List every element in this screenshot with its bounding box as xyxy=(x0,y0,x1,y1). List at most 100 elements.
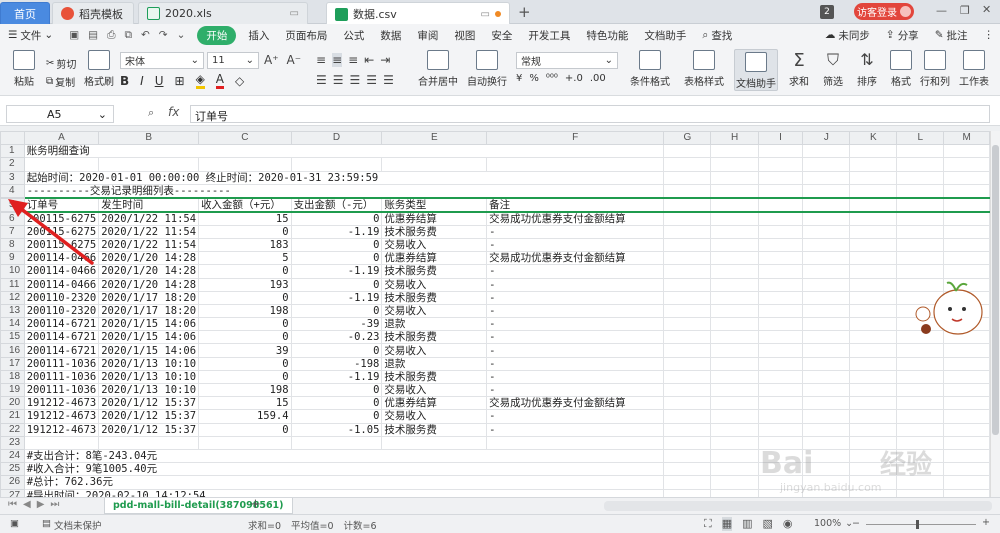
cell[interactable] xyxy=(896,157,945,172)
menu-item-security[interactable]: 安全 xyxy=(483,28,520,43)
cell[interactable] xyxy=(849,237,898,253)
row-header[interactable]: 19 xyxy=(0,382,25,398)
number-format-select[interactable]: 常规 ⌄ xyxy=(516,52,618,69)
cell[interactable]: 193 xyxy=(198,277,292,292)
cell[interactable] xyxy=(757,462,804,477)
cell[interactable] xyxy=(710,224,759,239)
cell[interactable] xyxy=(663,409,712,424)
share-button[interactable]: ⇪ 分享 xyxy=(878,28,927,43)
cell[interactable] xyxy=(710,170,759,185)
cell[interactable] xyxy=(896,462,945,477)
cell[interactable] xyxy=(943,317,990,332)
cell[interactable]: 200114-6721 xyxy=(23,330,100,345)
cell[interactable] xyxy=(710,422,759,437)
cell[interactable] xyxy=(802,409,851,424)
cell[interactable]: -1.19 xyxy=(290,369,383,385)
justify-icon[interactable]: ☰ xyxy=(366,73,377,87)
cell[interactable] xyxy=(943,183,990,199)
cell[interactable]: 191212-4673 xyxy=(23,396,100,411)
cell[interactable] xyxy=(802,369,851,385)
fill-color-icon[interactable]: ◈ xyxy=(195,72,205,89)
cell[interactable] xyxy=(198,157,292,172)
zoom-slider-thumb[interactable] xyxy=(916,520,919,529)
cell[interactable]: - xyxy=(486,369,665,385)
cell[interactable]: 200115-6275 xyxy=(23,237,100,253)
cell[interactable] xyxy=(802,157,851,172)
column-header[interactable]: I xyxy=(757,131,804,146)
cell[interactable] xyxy=(943,435,990,450)
cell[interactable] xyxy=(943,475,990,490)
row-header[interactable]: 17 xyxy=(0,356,25,371)
cell[interactable] xyxy=(663,290,712,305)
cell[interactable] xyxy=(663,343,712,358)
column-header[interactable]: G xyxy=(663,131,712,146)
cell[interactable]: 技术服务费 xyxy=(381,290,488,305)
cell[interactable]: 2020/1/20 14:28 xyxy=(98,264,200,279)
cell[interactable] xyxy=(943,330,990,345)
cell[interactable] xyxy=(943,290,990,305)
row-header[interactable]: 15 xyxy=(0,330,25,345)
cell[interactable] xyxy=(757,382,804,398)
cell[interactable]: 2020/1/17 18:20 xyxy=(98,303,200,319)
cell[interactable]: 技术服务费 xyxy=(381,224,488,239)
cell[interactable] xyxy=(710,488,759,497)
cell[interactable] xyxy=(802,435,851,450)
cell[interactable]: 技术服务费 xyxy=(381,422,488,437)
cell[interactable]: #总计：762.36元 xyxy=(23,475,665,490)
increase-font-icon[interactable]: A⁺ xyxy=(264,53,279,67)
sheet-tab-active[interactable]: pdd-mall-bill-detail(387098561) xyxy=(104,498,293,514)
redo-icon[interactable]: ↷ xyxy=(159,29,168,41)
cell[interactable] xyxy=(802,448,851,464)
cell[interactable] xyxy=(710,290,759,305)
sheet-nav-icons[interactable]: ⏮◀▶⏭ xyxy=(8,499,65,510)
cut-button[interactable]: ✂ 剪切 xyxy=(46,56,76,71)
cell[interactable]: 200111-1036 xyxy=(23,356,100,371)
cell[interactable]: 200114-6721 xyxy=(23,317,100,332)
cell[interactable]: - xyxy=(486,303,665,319)
cell[interactable] xyxy=(663,488,712,497)
cell[interactable] xyxy=(896,224,945,239)
close-icon[interactable]: ✕ xyxy=(982,3,991,16)
indent-increase-icon[interactable]: ⇥ xyxy=(380,53,390,67)
cell[interactable] xyxy=(663,303,712,319)
cell[interactable]: 200114-0466 xyxy=(23,277,100,292)
cell[interactable] xyxy=(710,264,759,279)
cell[interactable]: 0 xyxy=(290,343,383,358)
row-header[interactable]: 2 xyxy=(0,157,25,172)
cell[interactable] xyxy=(757,488,804,497)
cell[interactable] xyxy=(943,144,990,159)
cell[interactable] xyxy=(663,211,712,226)
cell[interactable] xyxy=(849,488,898,497)
cell[interactable]: - xyxy=(486,356,665,371)
row-header[interactable]: 26 xyxy=(0,475,25,490)
cell[interactable] xyxy=(943,237,990,253)
minimize-icon[interactable]: — xyxy=(936,4,947,17)
column-header[interactable]: L xyxy=(896,131,945,146)
cell[interactable] xyxy=(757,330,804,345)
cell[interactable]: 交易收入 xyxy=(381,343,488,358)
cell[interactable] xyxy=(663,251,712,266)
cell[interactable] xyxy=(849,277,898,292)
cell[interactable]: 2020/1/20 14:28 xyxy=(98,277,200,292)
cell[interactable] xyxy=(710,330,759,345)
cell[interactable]: - xyxy=(486,330,665,345)
cell[interactable] xyxy=(710,144,759,159)
cell[interactable] xyxy=(23,435,100,450)
cell[interactable] xyxy=(802,317,851,332)
cell[interactable] xyxy=(290,435,383,450)
cell[interactable]: 0 xyxy=(198,264,292,279)
file-menu[interactable]: ☰ 文件 ⌄ xyxy=(0,28,61,43)
cell[interactable] xyxy=(663,196,712,213)
cell[interactable] xyxy=(849,183,898,199)
cell[interactable] xyxy=(802,264,851,279)
cell[interactable] xyxy=(802,330,851,345)
cell[interactable]: 15 xyxy=(198,396,292,411)
cell[interactable]: 发生时间 xyxy=(98,196,200,213)
cell[interactable] xyxy=(943,488,990,497)
font-color-icon[interactable]: A xyxy=(215,72,225,89)
cell[interactable] xyxy=(849,144,898,159)
column-header[interactable]: C xyxy=(198,131,292,146)
cell[interactable] xyxy=(663,317,712,332)
cell[interactable]: 0 xyxy=(290,251,383,266)
cell[interactable] xyxy=(849,435,898,450)
